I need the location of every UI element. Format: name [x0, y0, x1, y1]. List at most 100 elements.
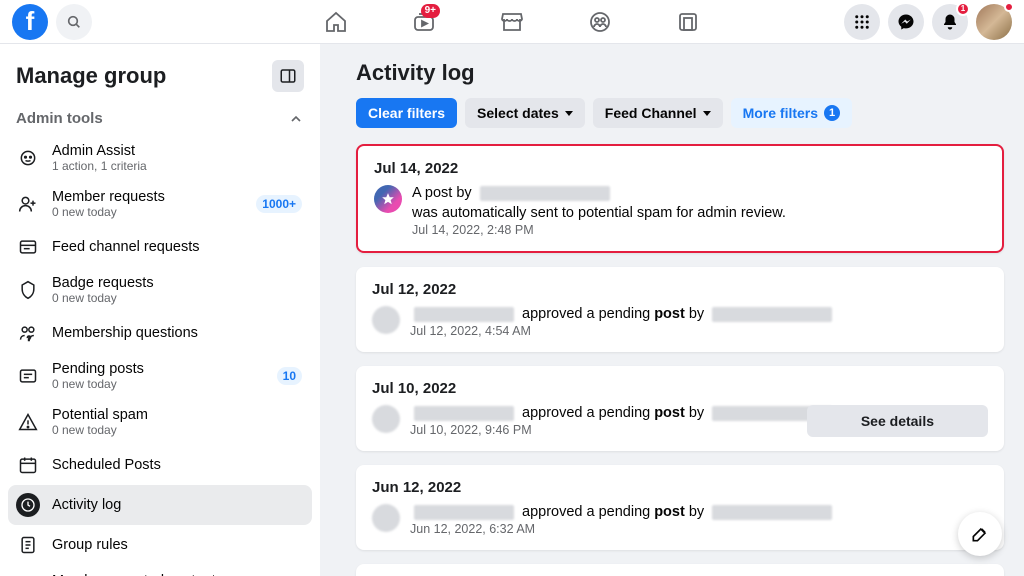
redacted-name: [414, 505, 514, 520]
groups-icon: [588, 10, 612, 34]
person-plus-icon: [16, 192, 40, 216]
sidebar-item-membership-questions[interactable]: ?Membership questions: [8, 313, 312, 353]
tab-watch[interactable]: 9+: [384, 0, 464, 44]
search-button[interactable]: [56, 4, 92, 40]
edit-icon: [970, 524, 990, 544]
section-label: Admin tools: [16, 110, 103, 127]
sidebar-item-label: Badge requests: [52, 275, 154, 291]
rules-icon: [16, 533, 40, 557]
sidebar-item-sub: 0 new today: [52, 205, 165, 219]
sidebar-item-activity-log[interactable]: Activity log: [8, 485, 312, 525]
notif-badge: 1: [956, 2, 970, 16]
sidebar-item-sub: 0 new today: [52, 377, 144, 391]
sidebar-title: Manage group: [16, 63, 166, 89]
top-nav: f 9+ 1: [0, 0, 1024, 44]
activity-date: Jul 14, 2022: [374, 160, 986, 177]
tab-feeds[interactable]: [648, 0, 728, 44]
sidebar-item-scheduled-posts[interactable]: Scheduled Posts: [8, 445, 312, 485]
activity-timestamp: Jun 12, 2022, 6:32 AM: [410, 522, 988, 536]
home-icon: [324, 10, 348, 34]
user-avatar: [372, 504, 400, 532]
activity-text: A post bywas automatically sent to poten…: [412, 185, 986, 221]
activity-date: Jun 12, 2022: [372, 479, 988, 496]
topbar-right: 1: [844, 4, 1012, 40]
sidebar-item-label: Activity log: [52, 497, 121, 513]
select-dates-button[interactable]: Select dates: [465, 98, 585, 128]
sidebar-item-sub: 1 action, 1 criteria: [52, 159, 147, 173]
clock-icon: [16, 493, 40, 517]
messenger-button[interactable]: [888, 4, 924, 40]
sidebar-item-group-rules[interactable]: Group rules: [8, 525, 312, 565]
topbar-left: f: [12, 4, 92, 40]
sidebar-item-badge: 10: [277, 367, 302, 385]
activity-timestamp: Jul 12, 2022, 4:54 AM: [410, 324, 988, 338]
account-avatar[interactable]: [976, 4, 1012, 40]
clear-filters-button[interactable]: Clear filters: [356, 98, 457, 128]
sidebar-item-pending-posts[interactable]: Pending posts0 new today 10: [8, 353, 312, 399]
sidebar-item-label: Potential spam: [52, 407, 148, 423]
tab-home[interactable]: [296, 0, 376, 44]
facebook-logo[interactable]: f: [12, 4, 48, 40]
sidebar-item-label: Feed channel requests: [52, 239, 200, 255]
feed-channel-button[interactable]: Feed Channel: [593, 98, 723, 128]
sidebar-item-label: Pending posts: [52, 361, 144, 377]
page-title: Activity log: [356, 60, 1004, 86]
redacted-name: [414, 307, 514, 322]
warning-icon: [16, 410, 40, 434]
compose-button[interactable]: [958, 512, 1002, 556]
sidebar: Manage group Admin tools Admin Assist1 a…: [0, 44, 320, 576]
feed-channel-label: Feed Channel: [605, 105, 697, 121]
search-icon: [66, 14, 82, 30]
redacted-name: [712, 505, 832, 520]
tab-marketplace[interactable]: [472, 0, 552, 44]
sidebar-item-feed-channel-requests[interactable]: Feed channel requests: [8, 227, 312, 267]
activity-text: approved a pending post by: [410, 504, 988, 520]
chevron-up-icon: [288, 111, 304, 127]
see-details-button[interactable]: See details: [807, 405, 988, 437]
system-avatar: [374, 185, 402, 213]
activity-timestamp: Jul 14, 2022, 2:48 PM: [412, 223, 986, 237]
sidebar-item-label: Member requests: [52, 189, 165, 205]
chevron-down-icon: [703, 111, 711, 116]
activity-card: Jul 10, 2022approved a pending post byJu…: [356, 366, 1004, 451]
notifications-button[interactable]: 1: [932, 4, 968, 40]
sidebar-item-label: Admin Assist: [52, 143, 147, 159]
sidebar-item-sub: 0 new today: [52, 291, 154, 305]
activity-text: approved a pending post by: [410, 306, 988, 322]
badge-icon: [16, 278, 40, 302]
sidebar-item-member-reported-content[interactable]: Member-reported content0 new today2: [8, 565, 312, 576]
more-filters-label: More filters: [743, 105, 818, 121]
sidebar-collapse-button[interactable]: [272, 60, 304, 92]
messenger-icon: [897, 13, 915, 31]
redacted-name: [712, 307, 832, 322]
chevron-down-icon: [565, 111, 573, 116]
pending-icon: [16, 364, 40, 388]
marketplace-icon: [500, 10, 524, 34]
sidebar-item-label: Scheduled Posts: [52, 457, 161, 473]
filter-bar: Clear filters Select dates Feed Channel …: [356, 98, 1004, 128]
sidebar-item-label: Group rules: [52, 537, 128, 553]
sidebar-item-admin-assist[interactable]: Admin Assist1 action, 1 criteria: [8, 135, 312, 181]
redacted-name: [480, 186, 610, 201]
watch-badge: 9+: [421, 4, 440, 18]
sidebar-section-admin-tools[interactable]: Admin tools: [8, 102, 312, 135]
sidebar-item-sub: 0 new today: [52, 423, 148, 437]
sidebar-item-badge: 1000+: [256, 195, 302, 213]
more-filters-button[interactable]: More filters 1: [731, 98, 852, 128]
sidebar-item-potential-spam[interactable]: Potential spam0 new today: [8, 399, 312, 445]
menu-button[interactable]: [844, 4, 880, 40]
topbar-center-tabs: 9+: [296, 0, 728, 44]
more-filters-count: 1: [824, 105, 840, 121]
calendar-icon: [16, 453, 40, 477]
feeds-icon: [676, 10, 700, 34]
tab-groups[interactable]: [560, 0, 640, 44]
robot-icon: [16, 146, 40, 170]
svg-text:?: ?: [27, 336, 31, 343]
sidebar-item-badge-requests[interactable]: Badge requests0 new today: [8, 267, 312, 313]
sidebar-item-member-requests[interactable]: Member requests0 new today 1000+: [8, 181, 312, 227]
avatar-dot: [1004, 2, 1014, 12]
bell-icon: [941, 13, 959, 31]
redacted-name: [414, 406, 514, 421]
panel-icon: [279, 67, 297, 85]
select-dates-label: Select dates: [477, 105, 559, 121]
